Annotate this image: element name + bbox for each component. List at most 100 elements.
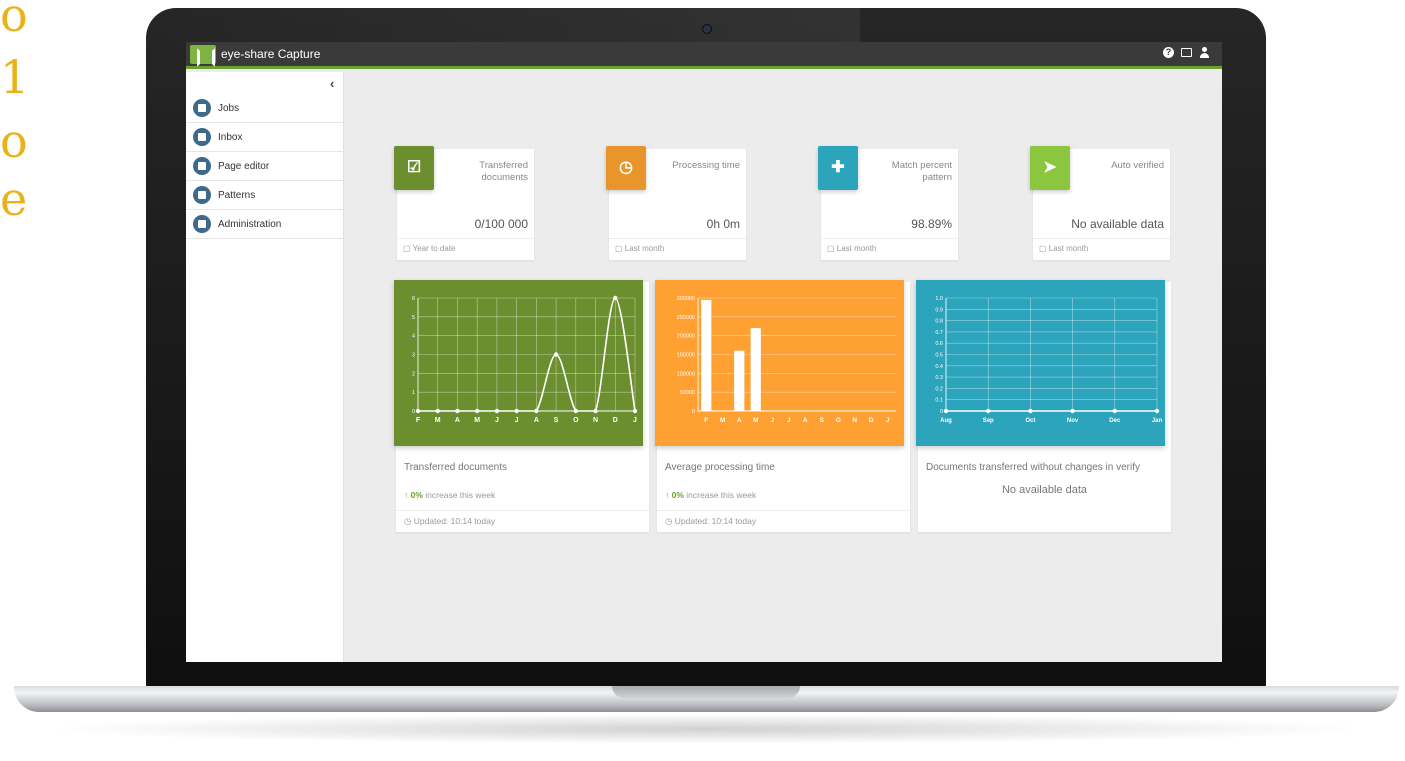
sidebar-item-inbox[interactable]: Inbox bbox=[186, 123, 344, 152]
data-point bbox=[1028, 408, 1033, 414]
stat-card-auto-verified[interactable]: ➤ Auto verified No available data ▢ Last… bbox=[1030, 146, 1170, 260]
collapse-sidebar-button[interactable]: ‹ bbox=[330, 76, 334, 91]
user-icon[interactable] bbox=[1199, 47, 1210, 58]
data-point bbox=[553, 352, 559, 357]
message-icon[interactable] bbox=[1181, 48, 1192, 57]
y-tick-label: 0.4 bbox=[935, 364, 943, 370]
no-data-message: No available data bbox=[1001, 484, 1087, 496]
chart-card-title: Average processing time bbox=[665, 462, 775, 473]
data-point bbox=[494, 408, 500, 414]
y-tick-label: 0 bbox=[692, 409, 695, 415]
y-tick-label: 1.0 bbox=[935, 296, 943, 302]
stat-card-processing-time[interactable]: ◷ Processing time 0h 0m ▢ Last month bbox=[606, 146, 746, 260]
chart-panel: 0 50000 100000 150000 200000 250000 300000 F M A M… bbox=[655, 280, 904, 446]
edge-glyph: o bbox=[0, 114, 28, 168]
y-tick-label: 4 bbox=[412, 334, 415, 340]
x-tick-label: Jan bbox=[1152, 418, 1163, 424]
y-tick-label: 300000 bbox=[677, 296, 695, 302]
x-tick-label: F bbox=[704, 417, 708, 424]
y-tick-label: 0 bbox=[940, 409, 943, 415]
inbox-icon bbox=[193, 128, 211, 146]
sidebar-item-patterns[interactable]: Patterns bbox=[186, 181, 344, 210]
bezel-reflection bbox=[140, 8, 860, 44]
sidebar-item-page-editor[interactable]: Page editor bbox=[186, 152, 344, 181]
y-tick-label: 150000 bbox=[677, 353, 695, 359]
page-editor-icon bbox=[193, 157, 211, 175]
stat-percent: 0% bbox=[410, 490, 423, 500]
chart-card-transferred-documents: 0 1 2 3 4 5 6 F M A M J J A S O N D J Transferred document… bbox=[394, 280, 649, 532]
x-tick-label: O bbox=[573, 417, 579, 424]
stat-value: 0h 0m bbox=[706, 217, 740, 231]
camera-icon bbox=[703, 25, 711, 33]
stat-footer-text: Year to date bbox=[412, 244, 456, 253]
stat-footer-text: Last month bbox=[624, 244, 665, 253]
laptop-shadow bbox=[40, 714, 1370, 744]
x-tick-label: D bbox=[613, 417, 618, 424]
x-tick-label: M bbox=[474, 417, 480, 424]
bar bbox=[701, 299, 712, 411]
data-point bbox=[632, 408, 638, 414]
help-icon[interactable]: ? bbox=[1163, 47, 1174, 58]
stat-footer: ▢ Last month bbox=[1033, 238, 1170, 260]
send-icon: ➤ bbox=[1030, 146, 1070, 190]
page: o 1 o e eye-share Capture ? ‹ Jobs Inbox… bbox=[0, 0, 1405, 761]
stat-footer: ▢ Last month bbox=[821, 238, 958, 260]
stat-value: No available data bbox=[1071, 217, 1164, 231]
stat-footer: ▢ Last month bbox=[609, 238, 746, 260]
chart-card-documents-without-changes: 0 0.1 0.2 0.3 0.4 0.5 0.6 0.7 0.8 0.9 1.0 Aug Sep Oct… bbox=[916, 280, 1171, 532]
chart-card-average-processing-time: 0 50000 100000 150000 200000 250000 300000 F M A M… bbox=[655, 280, 910, 532]
bar bbox=[734, 350, 745, 411]
x-tick-label: M bbox=[753, 417, 758, 424]
sidebar: ‹ Jobs Inbox Page editor Patterns Admini… bbox=[186, 72, 344, 662]
y-tick-label: 0.8 bbox=[935, 319, 943, 325]
stat-title: Auto verified bbox=[1111, 160, 1164, 171]
stat-card-transferred-documents[interactable]: ☑ Transferred documents 0/100 000 ▢ Year… bbox=[394, 146, 534, 260]
x-tick-label: A bbox=[455, 417, 460, 424]
data-point bbox=[415, 408, 421, 414]
stat-value: 0/100 000 bbox=[474, 217, 528, 231]
y-tick-label: 200000 bbox=[677, 334, 695, 340]
app-title: eye-share Capture bbox=[221, 47, 321, 61]
chart-card-stat: ↑ 0% increase this week bbox=[404, 490, 495, 500]
sidebar-nav: Jobs Inbox Page editor Patterns Administ… bbox=[186, 94, 344, 239]
chart-card-stat: ↑ 0% increase this week bbox=[665, 490, 756, 500]
stat-title: Processing time bbox=[672, 160, 740, 171]
y-tick-label: 250000 bbox=[677, 315, 695, 321]
puzzle-icon: ✚ bbox=[818, 146, 858, 190]
y-tick-label: 3 bbox=[412, 353, 415, 359]
top-bar-actions: ? bbox=[1163, 47, 1210, 58]
y-tick-label: 0.2 bbox=[935, 386, 943, 392]
x-tick-label: J bbox=[515, 417, 519, 424]
y-tick-label: 0.1 bbox=[935, 398, 943, 404]
data-point bbox=[474, 408, 480, 414]
average-processing-time-chart: 0 50000 100000 150000 200000 250000 300000 F M A M… bbox=[677, 296, 896, 424]
y-tick-label: 6 bbox=[412, 296, 415, 302]
edge-glyph: o bbox=[0, 0, 28, 42]
data-point bbox=[514, 408, 519, 414]
app-logo-icon[interactable] bbox=[190, 45, 216, 67]
sidebar-item-label: Inbox bbox=[218, 131, 243, 143]
y-tick-label: 0 bbox=[412, 409, 415, 415]
x-tick-label: J bbox=[886, 417, 890, 424]
data-point bbox=[1070, 408, 1075, 414]
sidebar-item-jobs[interactable]: Jobs bbox=[186, 94, 344, 123]
data-point bbox=[943, 408, 949, 414]
data-point bbox=[1112, 408, 1117, 414]
jobs-icon bbox=[193, 99, 211, 117]
stat-card-match-percent-pattern[interactable]: ✚ Match percent pattern 98.89% ▢ Last mo… bbox=[818, 146, 958, 260]
x-tick-label: Dec bbox=[1109, 418, 1121, 424]
edge-glyph: 1 bbox=[0, 50, 30, 104]
stat-footer: ▢ Year to date bbox=[397, 238, 534, 260]
stat-title: Transferred documents bbox=[479, 160, 528, 183]
stat-text: increase this week bbox=[425, 490, 496, 500]
sidebar-item-administration[interactable]: Administration bbox=[186, 210, 344, 239]
y-tick-label: 1 bbox=[412, 390, 415, 396]
x-tick-label: N bbox=[852, 417, 857, 424]
administration-icon bbox=[193, 215, 211, 233]
x-tick-label: S bbox=[820, 417, 825, 424]
y-tick-label: 5 bbox=[412, 315, 415, 321]
y-tick-label: 50000 bbox=[680, 390, 695, 396]
data-point bbox=[613, 295, 618, 301]
chart-panel: 0 1 2 3 4 5 6 F M A M J J A S O N D J bbox=[394, 280, 643, 446]
laptop-base-notch bbox=[612, 686, 800, 698]
